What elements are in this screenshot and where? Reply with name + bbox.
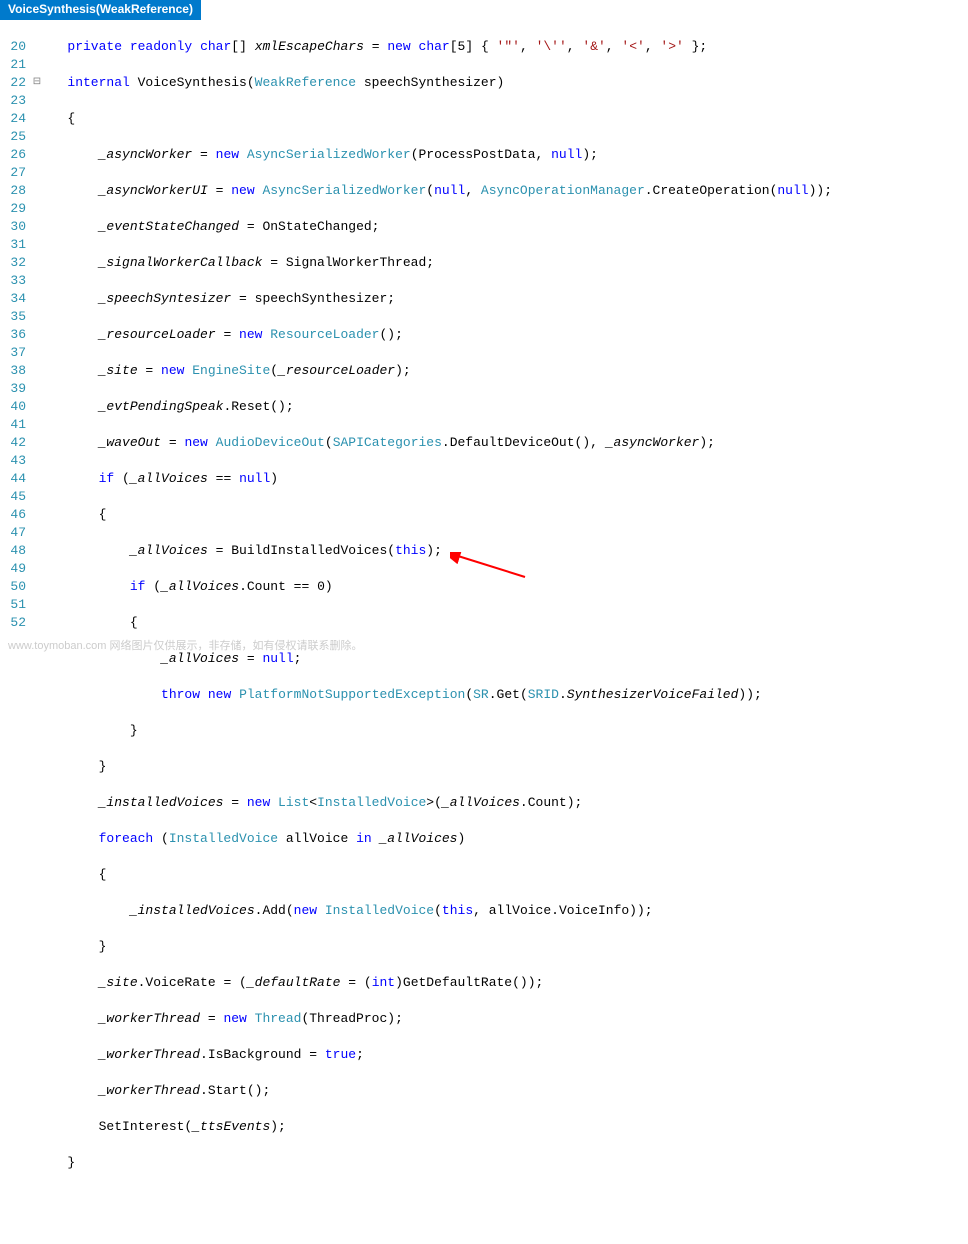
- line-number: 28: [0, 182, 26, 200]
- code-line: _workerThread.Start();: [44, 1082, 968, 1100]
- line-number: 44: [0, 470, 26, 488]
- line-number: 50: [0, 578, 26, 596]
- line-number: 24: [0, 110, 26, 128]
- code-line: _evtPendingSpeak.Reset();: [44, 398, 968, 416]
- fold-column: ⊟: [30, 20, 44, 1244]
- code-line: _resourceLoader = new ResourceLoader();: [44, 326, 968, 344]
- code-line: [44, 1190, 968, 1208]
- tab-bar: VoiceSynthesis(WeakReference): [0, 0, 968, 20]
- line-number: 31: [0, 236, 26, 254]
- line-number: 20: [0, 38, 26, 56]
- code-line: throw new PlatformNotSupportedException(…: [44, 686, 968, 704]
- line-number: 23: [0, 92, 26, 110]
- line-number: 36: [0, 326, 26, 344]
- tab-active[interactable]: VoiceSynthesis(WeakReference): [0, 0, 201, 20]
- code-line: _workerThread = new Thread(ThreadProc);: [44, 1010, 968, 1028]
- line-number: 51: [0, 596, 26, 614]
- line-number: 33: [0, 272, 26, 290]
- line-number: 38: [0, 362, 26, 380]
- line-number: 25: [0, 128, 26, 146]
- code-line: internal VoiceSynthesis(WeakReference sp…: [44, 74, 968, 92]
- code-line: SetInterest(_ttsEvents);: [44, 1118, 968, 1136]
- line-number: 21: [0, 56, 26, 74]
- code-line: }: [44, 938, 968, 956]
- code-line: }: [44, 758, 968, 776]
- line-number: 27: [0, 164, 26, 182]
- line-number: 48: [0, 542, 26, 560]
- code-area[interactable]: private readonly char[] xmlEscapeChars =…: [44, 20, 968, 1244]
- line-number: 47: [0, 524, 26, 542]
- line-number: 46: [0, 506, 26, 524]
- code-line: {: [44, 614, 968, 632]
- line-number: 43: [0, 452, 26, 470]
- code-line: {: [44, 110, 968, 128]
- watermark-text: www.toymoban.com 网络图片仅供展示，非存储，如有侵权请联系删除。: [8, 637, 363, 653]
- code-line: _workerThread.IsBackground = true;: [44, 1046, 968, 1064]
- line-number: 39: [0, 380, 26, 398]
- line-number: [0, 20, 26, 38]
- code-line: _site.VoiceRate = (_defaultRate = (int)G…: [44, 974, 968, 992]
- line-number: 29: [0, 200, 26, 218]
- line-number: 32: [0, 254, 26, 272]
- code-line: private readonly char[] xmlEscapeChars =…: [44, 38, 968, 56]
- code-line: _installedVoices = new List<InstalledVoi…: [44, 794, 968, 812]
- line-number: 37: [0, 344, 26, 362]
- fold-toggle-icon[interactable]: ⊟: [30, 74, 44, 92]
- code-line: _speechSyntesizer = speechSynthesizer;: [44, 290, 968, 308]
- code-line: _signalWorkerCallback = SignalWorkerThre…: [44, 254, 968, 272]
- line-number: 34: [0, 290, 26, 308]
- line-number: 49: [0, 560, 26, 578]
- line-number: 22: [0, 74, 26, 92]
- code-line: _asyncWorkerUI = new AsyncSerializedWork…: [44, 182, 968, 200]
- code-line: if (_allVoices.Count == 0): [44, 578, 968, 596]
- line-number-gutter: 20 21 22 23 24 25 26 27 28 29 30 31 32 3…: [0, 20, 30, 1244]
- code-line: _site = new EngineSite(_resourceLoader);: [44, 362, 968, 380]
- code-line: {: [44, 866, 968, 884]
- code-line: if (_allVoices == null): [44, 470, 968, 488]
- line-number: 52: [0, 614, 26, 632]
- code-line: _waveOut = new AudioDeviceOut(SAPICatego…: [44, 434, 968, 452]
- code-line: }: [44, 722, 968, 740]
- line-number: 40: [0, 398, 26, 416]
- code-line: _allVoices = BuildInstalledVoices(this);: [44, 542, 968, 560]
- code-line: _asyncWorker = new AsyncSerializedWorker…: [44, 146, 968, 164]
- line-number: 30: [0, 218, 26, 236]
- code-line: _installedVoices.Add(new InstalledVoice(…: [44, 902, 968, 920]
- line-number: 26: [0, 146, 26, 164]
- line-number: 45: [0, 488, 26, 506]
- line-number: 42: [0, 434, 26, 452]
- code-line: _eventStateChanged = OnStateChanged;: [44, 218, 968, 236]
- code-line: foreach (InstalledVoice allVoice in _all…: [44, 830, 968, 848]
- code-line: {: [44, 506, 968, 524]
- code-line: }: [44, 1154, 968, 1172]
- line-number: 41: [0, 416, 26, 434]
- line-number: 35: [0, 308, 26, 326]
- code-editor[interactable]: 20 21 22 23 24 25 26 27 28 29 30 31 32 3…: [0, 20, 968, 1244]
